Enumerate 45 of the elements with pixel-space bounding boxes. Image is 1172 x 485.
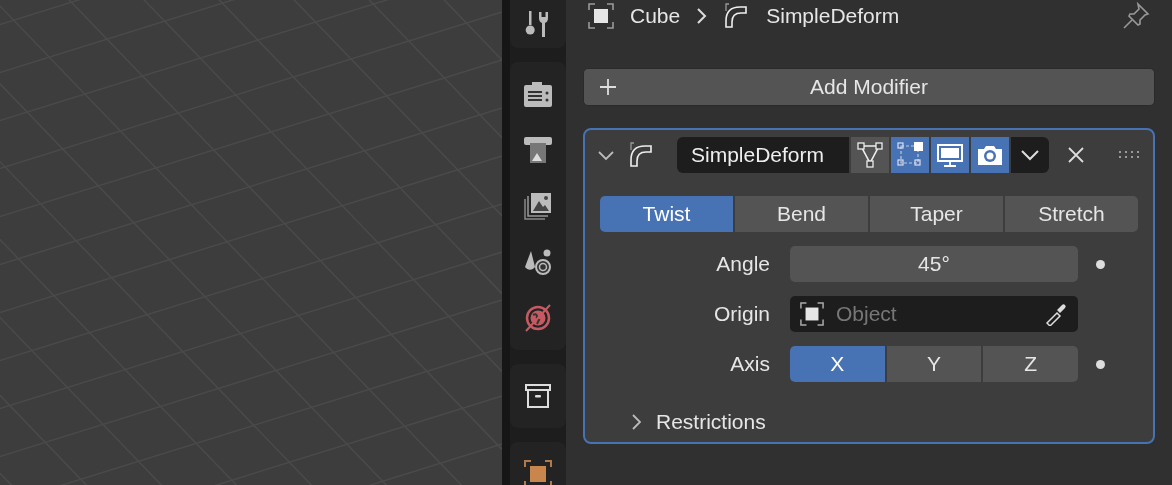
chevron-down-icon xyxy=(1020,148,1040,162)
mode-tab[interactable]: Bend xyxy=(735,196,868,232)
drag-handle-icon[interactable] xyxy=(1119,150,1141,160)
deform-curve-icon xyxy=(629,142,655,168)
object-square-icon xyxy=(800,302,824,326)
field-label: Axis xyxy=(729,352,771,376)
axis-option[interactable]: Y xyxy=(886,346,982,382)
cone-sphere-icon xyxy=(523,247,553,277)
modifier-name: SimpleDeform xyxy=(766,4,900,28)
on-cage-toggle[interactable] xyxy=(851,137,889,173)
object-name: Cube xyxy=(630,4,681,28)
edit-mode-toggle[interactable] xyxy=(891,137,929,173)
dropdown-button[interactable] xyxy=(1011,137,1049,173)
monitor-icon xyxy=(936,141,964,169)
axis-option[interactable]: X xyxy=(790,346,885,382)
object-square-icon xyxy=(523,459,553,485)
square-vertices-icon xyxy=(896,141,924,169)
axis-option[interactable]: Z xyxy=(983,346,1078,382)
archive-box-icon xyxy=(524,382,552,410)
keyframe-dot[interactable] xyxy=(1095,259,1105,269)
eyedropper-icon[interactable] xyxy=(1044,302,1068,326)
triangle-vertices-icon xyxy=(856,141,884,169)
mode-tab[interactable]: Twist xyxy=(600,196,733,232)
plus-icon xyxy=(599,78,617,96)
mode-tab[interactable]: Taper xyxy=(870,196,1003,232)
camera-back-icon xyxy=(523,80,553,108)
close-icon[interactable] xyxy=(1067,146,1085,164)
restrictions-subpanel-header[interactable]: Restrictions xyxy=(600,410,1138,434)
viewport-toggle[interactable] xyxy=(931,137,969,173)
mode-tab[interactable]: Stretch xyxy=(1005,196,1138,232)
field-label: Angle xyxy=(715,252,771,276)
object-input[interactable]: Object xyxy=(834,301,1034,327)
angle-field[interactable]: 45° xyxy=(790,246,1078,282)
pin-icon[interactable] xyxy=(1122,2,1150,30)
field-label: Origin xyxy=(712,302,771,326)
globe-icon xyxy=(522,302,554,334)
object-square-icon xyxy=(588,3,614,29)
render-toggle[interactable] xyxy=(971,137,1009,173)
object-field[interactable]: Object xyxy=(790,296,1078,332)
printer-icon xyxy=(523,135,553,165)
keyframe-dot[interactable] xyxy=(1095,359,1105,369)
image-stack-icon xyxy=(523,191,553,221)
modifier-name-field[interactable]: SimpleDeform xyxy=(677,137,849,173)
chevron-right-icon xyxy=(696,7,709,25)
add-modifier-button[interactable]: Add Modifier xyxy=(583,68,1155,106)
